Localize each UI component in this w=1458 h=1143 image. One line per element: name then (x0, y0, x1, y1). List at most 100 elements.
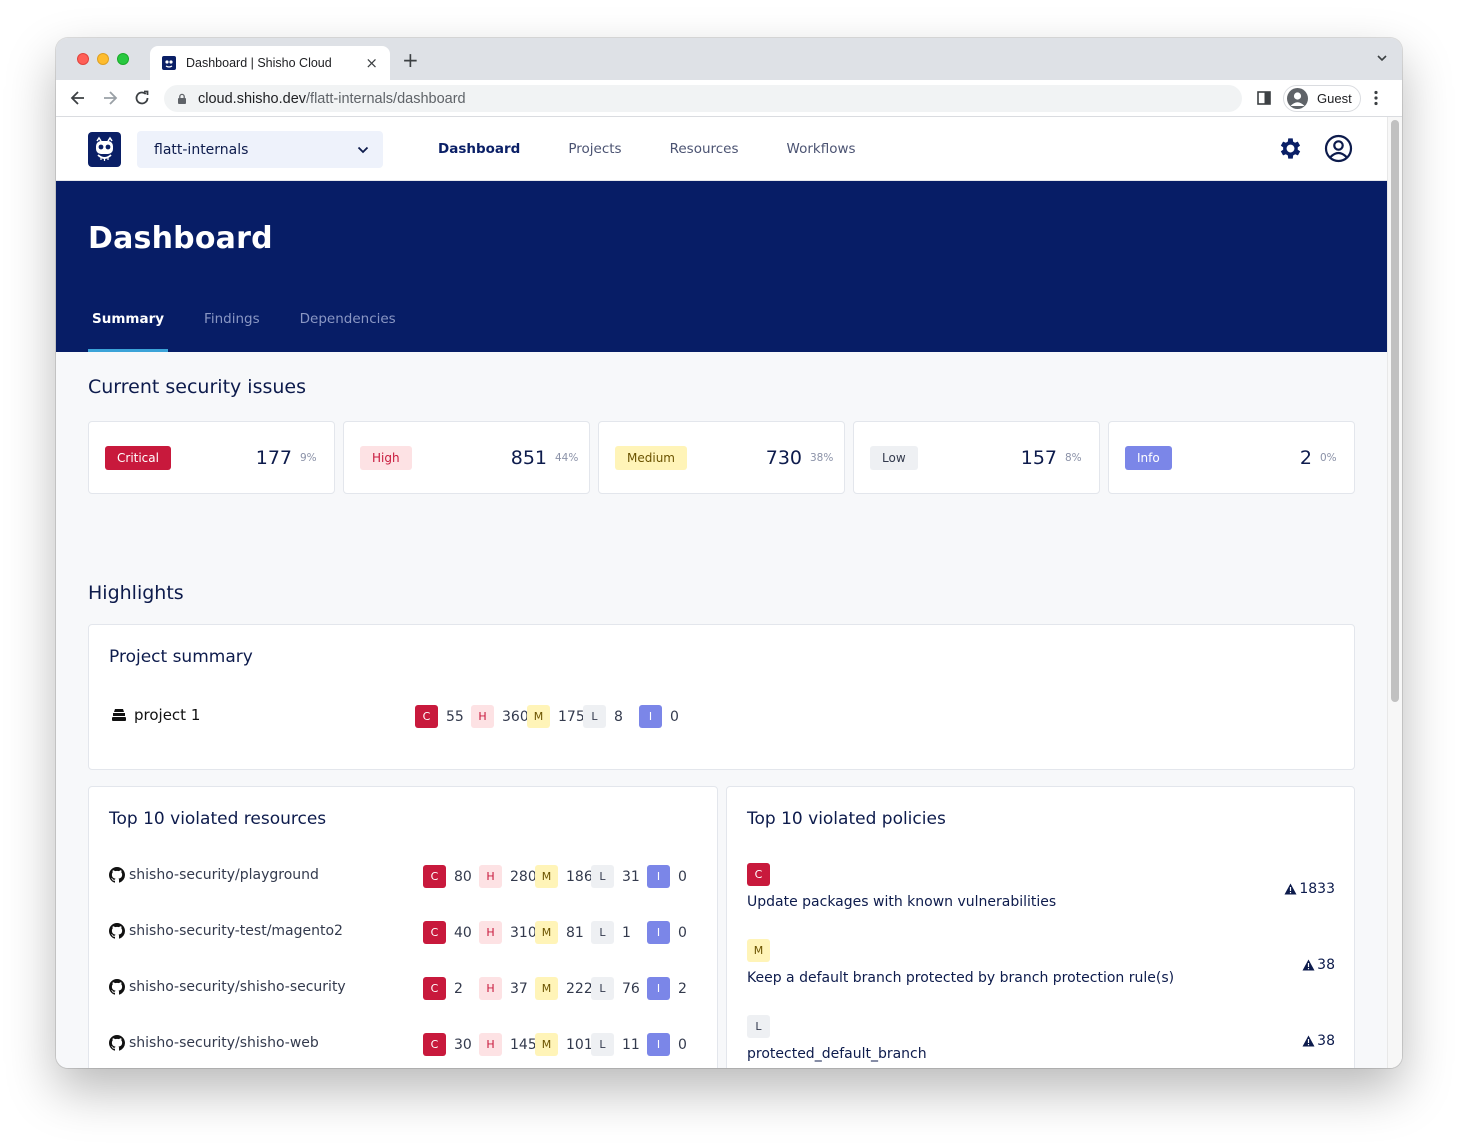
tab-search-chevron-icon[interactable] (1376, 52, 1388, 64)
policy-item[interactable]: M Keep a default branch protected by bran… (747, 939, 1335, 986)
tab-dependencies[interactable]: Dependencies (296, 311, 400, 352)
policy-name[interactable]: Keep a default branch protected by branc… (747, 970, 1335, 986)
minimize-window-button[interactable] (97, 53, 109, 65)
lock-icon[interactable] (176, 93, 188, 105)
medium-count: 222 (566, 980, 591, 997)
medium-badge: M (527, 705, 550, 728)
maximize-window-button[interactable] (117, 53, 129, 65)
close-tab-icon[interactable]: × (365, 54, 378, 72)
medium-count: 186 (566, 868, 591, 885)
severity-card-critical[interactable]: Critical 177 9% (88, 421, 335, 494)
severity-count: 177 (255, 446, 292, 469)
security-issues-heading: Current security issues (88, 376, 307, 398)
resource-row[interactable]: shisho-security/shisho-security (109, 979, 346, 995)
page-viewport: flatt-internals Dashboard Projects Resou… (56, 117, 1402, 1068)
critical-badge: C (423, 977, 446, 1000)
back-arrow-icon[interactable] (68, 88, 88, 108)
critical-count: 30 (454, 1036, 472, 1053)
severity-count: 2 (1299, 446, 1312, 469)
resource-row[interactable]: shisho-security-test/magento2 (109, 923, 343, 939)
policy-item[interactable]: C Update packages with known vulnerabilit… (747, 863, 1335, 910)
high-count: 145 (510, 1036, 535, 1053)
project-name[interactable]: project 1 (134, 706, 200, 724)
critical-badge: C (415, 705, 438, 728)
policy-item[interactable]: Lprotected_default_branch 38 (747, 1015, 1335, 1062)
policy-name[interactable]: protected_default_branch (747, 1046, 1335, 1062)
side-panel-icon[interactable] (1257, 91, 1271, 105)
app-header: flatt-internals Dashboard Projects Resou… (56, 117, 1387, 181)
severity-card-high[interactable]: High 851 44% (343, 421, 590, 494)
stack-icon (112, 709, 126, 721)
page-title: Dashboard (88, 221, 273, 256)
resource-severity-counts: C 80 H 280 M 186 L 31 I 0 (423, 865, 703, 888)
warning-icon (1302, 959, 1315, 971)
severity-card-info[interactable]: Info 2 0% (1108, 421, 1355, 494)
low-badge: L (583, 705, 606, 728)
policy-count-value: 38 (1317, 957, 1335, 973)
close-window-button[interactable] (77, 53, 89, 65)
resource-row[interactable]: shisho-security/shisho-web (109, 1035, 319, 1051)
gear-icon[interactable] (1277, 135, 1304, 162)
severity-card-low[interactable]: Low 157 8% (853, 421, 1100, 494)
medium-badge: M (535, 977, 558, 1000)
low-count: 11 (622, 1036, 640, 1053)
project-summary-title: Project summary (109, 647, 253, 667)
low-badge: L (591, 1033, 614, 1056)
top-resources-panel: Top 10 violated resources shisho-securit… (88, 786, 718, 1068)
resource-row[interactable]: shisho-security/playground (109, 867, 319, 883)
profile-button[interactable]: Guest (1283, 85, 1361, 112)
project-summary-panel: Project summary project 1 C 55 H 360 M 175 … (88, 624, 1355, 770)
shisho-logo-icon[interactable] (88, 132, 121, 167)
low-badge: L (591, 977, 614, 1000)
resource-severity-counts: C 30 H 145 M 101 L 11 I 0 (423, 1033, 703, 1056)
info-badge: I (647, 977, 670, 1000)
address-bar[interactable]: cloud.shisho.dev/flatt-internals/dashboa… (164, 85, 1242, 112)
nav-workflows[interactable]: Workflows (787, 141, 856, 157)
policy-name[interactable]: Update packages with known vulnerabiliti… (747, 894, 1335, 910)
page-scrollbar[interactable] (1387, 117, 1402, 1068)
tab-findings[interactable]: Findings (200, 311, 264, 352)
low-badge: L (591, 865, 614, 888)
policy-count-value: 1833 (1299, 881, 1335, 897)
severity-label-low: Low (870, 445, 918, 470)
top-resources-title: Top 10 violated resources (109, 809, 327, 829)
policy-count-value: 38 (1317, 1033, 1335, 1049)
top-policies-panel: Top 10 violated policies C Update package… (726, 786, 1355, 1068)
profile-name: Guest (1317, 91, 1352, 106)
organization-select[interactable]: flatt-internals (137, 131, 383, 168)
resource-name[interactable]: shisho-security/shisho-web (129, 1035, 319, 1051)
browser-tab-dashboard[interactable]: Dashboard | Shisho Cloud × (150, 46, 390, 80)
critical-count: 80 (454, 868, 472, 885)
forward-arrow-icon[interactable] (100, 88, 120, 108)
browser-tab-title: Dashboard | Shisho Cloud (186, 56, 332, 70)
dashboard-hero: Dashboard Summary Findings Dependencies (56, 181, 1387, 352)
new-tab-button[interactable]: + (402, 50, 419, 70)
critical-count: 2 (454, 980, 463, 997)
project-row[interactable]: project 1 (111, 706, 200, 724)
high-badge: H (479, 1033, 502, 1056)
github-icon (109, 867, 125, 883)
resource-name[interactable]: shisho-security/playground (129, 867, 319, 883)
scrollbar-thumb[interactable] (1391, 120, 1399, 702)
nav-resources[interactable]: Resources (670, 141, 739, 157)
github-icon (109, 979, 125, 995)
nav-dashboard[interactable]: Dashboard (438, 141, 520, 157)
severity-label-info: Info (1125, 445, 1172, 470)
severity-card-medium[interactable]: Medium 730 38% (598, 421, 845, 494)
url-host: cloud.shisho.dev (198, 90, 307, 107)
account-icon[interactable] (1324, 134, 1353, 163)
tab-summary[interactable]: Summary (88, 311, 169, 352)
info-count: 2 (678, 980, 687, 997)
resource-name[interactable]: shisho-security/shisho-security (129, 979, 346, 995)
medium-badge: M (535, 1033, 558, 1056)
browser-menu-icon[interactable] (1374, 90, 1378, 106)
severity-label-medium: Medium (615, 445, 687, 470)
medium-count: 81 (566, 924, 584, 941)
reload-icon[interactable] (132, 88, 152, 108)
high-badge: H (479, 977, 502, 1000)
nav-projects[interactable]: Projects (568, 141, 621, 157)
severity-label-high: High (360, 445, 412, 470)
resource-name[interactable]: shisho-security-test/magento2 (129, 923, 343, 939)
medium-badge: M (535, 865, 558, 888)
info-count: 0 (670, 708, 679, 725)
